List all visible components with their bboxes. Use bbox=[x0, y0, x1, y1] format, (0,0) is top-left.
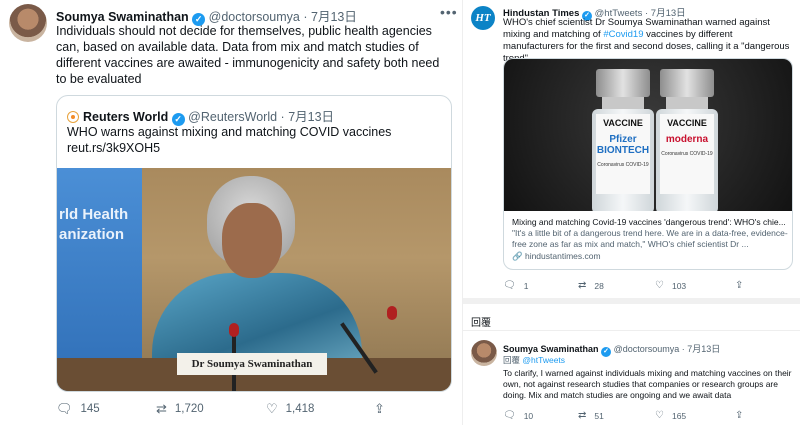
vial-neck bbox=[666, 97, 708, 109]
more-horizontal-icon[interactable]: ••• bbox=[440, 4, 458, 20]
quoted-link[interactable]: reut.rs/3k9XOH5 bbox=[67, 140, 437, 156]
like-button[interactable]: ♡ 1,418 bbox=[266, 401, 314, 417]
share-icon: ⇪ bbox=[735, 410, 744, 421]
author-handle[interactable]: @doctorsoumya bbox=[209, 10, 300, 24]
retweet-button[interactable]: ⇄ 51 bbox=[578, 410, 604, 421]
reply-count: 1 bbox=[523, 280, 529, 291]
card-text: Mixing and matching Covid-19 vaccines 'd… bbox=[512, 217, 788, 262]
banner-line: rld Health bbox=[59, 206, 129, 223]
quoted-headline: WHO warns against mixing and matching CO… bbox=[67, 125, 392, 139]
card-domain: 🔗 hindustantimes.com bbox=[512, 251, 788, 262]
card-description: "It's a little bit of a dangerous trend … bbox=[512, 228, 788, 249]
banner-line: anization bbox=[59, 226, 125, 243]
reply-text: To clarify, I warned against individuals… bbox=[503, 368, 792, 400]
separator-dot: · bbox=[681, 344, 685, 354]
vial-label: VACCINE Pfizer BIONTECH Coronavirus COVI… bbox=[596, 114, 650, 194]
vial-neck bbox=[602, 97, 644, 109]
nameplate: Dr Soumya Swaminathan bbox=[177, 353, 327, 375]
separator-dot: · bbox=[303, 10, 308, 24]
quoted-header: Reuters World ✓ @ReutersWorld · 7月13日 bbox=[67, 106, 334, 126]
vial-brand: Pfizer BIONTECH bbox=[596, 134, 650, 156]
vial-sub: Coronavirus COVID-19 bbox=[597, 162, 649, 168]
replying-to-handle[interactable]: @htTweets bbox=[522, 355, 565, 365]
microphone-head bbox=[387, 306, 397, 320]
reply-icon: 🗨 bbox=[503, 410, 516, 421]
hindustan-times-avatar[interactable]: HT bbox=[471, 6, 495, 30]
retweet-count: 1,720 bbox=[174, 403, 204, 415]
reply-icon: 🗨 bbox=[56, 401, 73, 416]
retweet-button[interactable]: ⇄ 28 bbox=[578, 280, 604, 291]
vaccine-vial: VACCINE Pfizer BIONTECH Coronavirus COVI… bbox=[592, 69, 654, 211]
main-tweet[interactable]: Soumya Swaminathan ✓ @doctorsoumya · 7月1… bbox=[0, 0, 462, 425]
quoted-author-name: Reuters World bbox=[83, 110, 169, 124]
like-count: 165 bbox=[671, 410, 687, 421]
divider bbox=[463, 330, 800, 331]
reuters-logo-icon bbox=[67, 111, 79, 123]
heart-icon: ♡ bbox=[655, 410, 664, 421]
retweet-icon: ⇄ bbox=[578, 410, 587, 421]
card-title: Mixing and matching Covid-19 vaccines 'd… bbox=[512, 217, 786, 227]
vial-cap bbox=[596, 69, 650, 97]
reply-count: 10 bbox=[523, 410, 534, 421]
microphone-head bbox=[229, 323, 239, 337]
vial-label: VACCINE moderna Coronavirus COVID-19 bbox=[660, 114, 714, 194]
author-name[interactable]: Soumya Swaminathan bbox=[56, 10, 189, 24]
like-count: 103 bbox=[671, 280, 687, 291]
reply-button[interactable]: 🗨 1 bbox=[503, 280, 528, 291]
avatar[interactable] bbox=[471, 340, 497, 366]
author-name[interactable]: Soumya Swaminathan bbox=[503, 344, 599, 354]
retweet-count: 51 bbox=[594, 410, 604, 421]
quoted-date: 7月13日 bbox=[288, 110, 335, 124]
share-button[interactable]: ⇪ bbox=[374, 401, 385, 417]
replies-heading: 回覆 bbox=[471, 318, 491, 329]
like-button[interactable]: ♡ 103 bbox=[655, 280, 686, 291]
tweet-date[interactable]: 7月13日 bbox=[687, 344, 720, 354]
quoted-photo[interactable]: rld Health anization Dr Soumya Swaminath… bbox=[57, 168, 451, 391]
retweet-icon: ⇄ bbox=[578, 280, 587, 291]
verified-badge-icon: ✓ bbox=[601, 347, 612, 357]
link-icon: 🔗 bbox=[512, 251, 523, 261]
vial-label-text: VACCINE bbox=[603, 118, 643, 128]
heart-icon: ♡ bbox=[266, 401, 278, 416]
like-count: 1,418 bbox=[285, 403, 315, 415]
tweet-text: Individuals should not decide for themse… bbox=[56, 24, 440, 86]
vial-label-text: VACCINE bbox=[667, 118, 707, 128]
retweet-count: 28 bbox=[594, 280, 604, 291]
quoted-handle: @ReutersWorld bbox=[188, 110, 278, 124]
reply-count: 145 bbox=[80, 403, 100, 415]
author-handle[interactable]: @doctorsoumya bbox=[614, 344, 680, 354]
reply-button[interactable]: 🗨 145 bbox=[56, 401, 100, 417]
share-button[interactable]: ⇪ bbox=[735, 410, 743, 421]
avatar[interactable] bbox=[9, 4, 47, 42]
vaccine-vial: VACCINE moderna Coronavirus COVID-19 bbox=[656, 69, 718, 211]
hashtag-link[interactable]: #Covid19 bbox=[603, 29, 643, 40]
like-button[interactable]: ♡ 165 bbox=[655, 410, 686, 421]
reply-button[interactable]: 🗨 10 bbox=[503, 410, 533, 421]
right-panel: HT Hindustan Times ✓ @htTweets · 7月13日 W… bbox=[462, 0, 800, 425]
share-icon: ⇪ bbox=[735, 280, 744, 291]
quoted-text: WHO warns against mixing and matching CO… bbox=[67, 124, 437, 156]
vial-cap bbox=[660, 69, 714, 97]
vaccine-vials-photo: VACCINE Pfizer BIONTECH Coronavirus COVI… bbox=[504, 59, 792, 211]
share-button[interactable]: ⇪ bbox=[735, 280, 743, 291]
reply-icon: 🗨 bbox=[503, 280, 516, 291]
share-icon: ⇪ bbox=[374, 401, 385, 416]
section-divider bbox=[463, 298, 800, 304]
replying-to-prefix: 回覆 bbox=[503, 355, 521, 365]
person-face bbox=[222, 203, 282, 278]
heart-icon: ♡ bbox=[655, 280, 664, 291]
replying-to: 回覆 @htTweets bbox=[503, 354, 565, 366]
card-domain-text: hindustantimes.com bbox=[524, 251, 601, 261]
separator-dot: · bbox=[280, 110, 285, 124]
quoted-tweet[interactable]: Reuters World ✓ @ReutersWorld · 7月13日 WH… bbox=[56, 95, 452, 392]
retweet-icon: ⇄ bbox=[156, 401, 167, 416]
tweet-date[interactable]: 7月13日 bbox=[311, 10, 357, 24]
vial-sub: Coronavirus COVID-19 bbox=[661, 151, 713, 157]
retweet-button[interactable]: ⇄ 1,720 bbox=[156, 401, 204, 417]
vial-brand: moderna bbox=[665, 134, 709, 145]
link-card[interactable]: VACCINE Pfizer BIONTECH Coronavirus COVI… bbox=[503, 58, 793, 270]
